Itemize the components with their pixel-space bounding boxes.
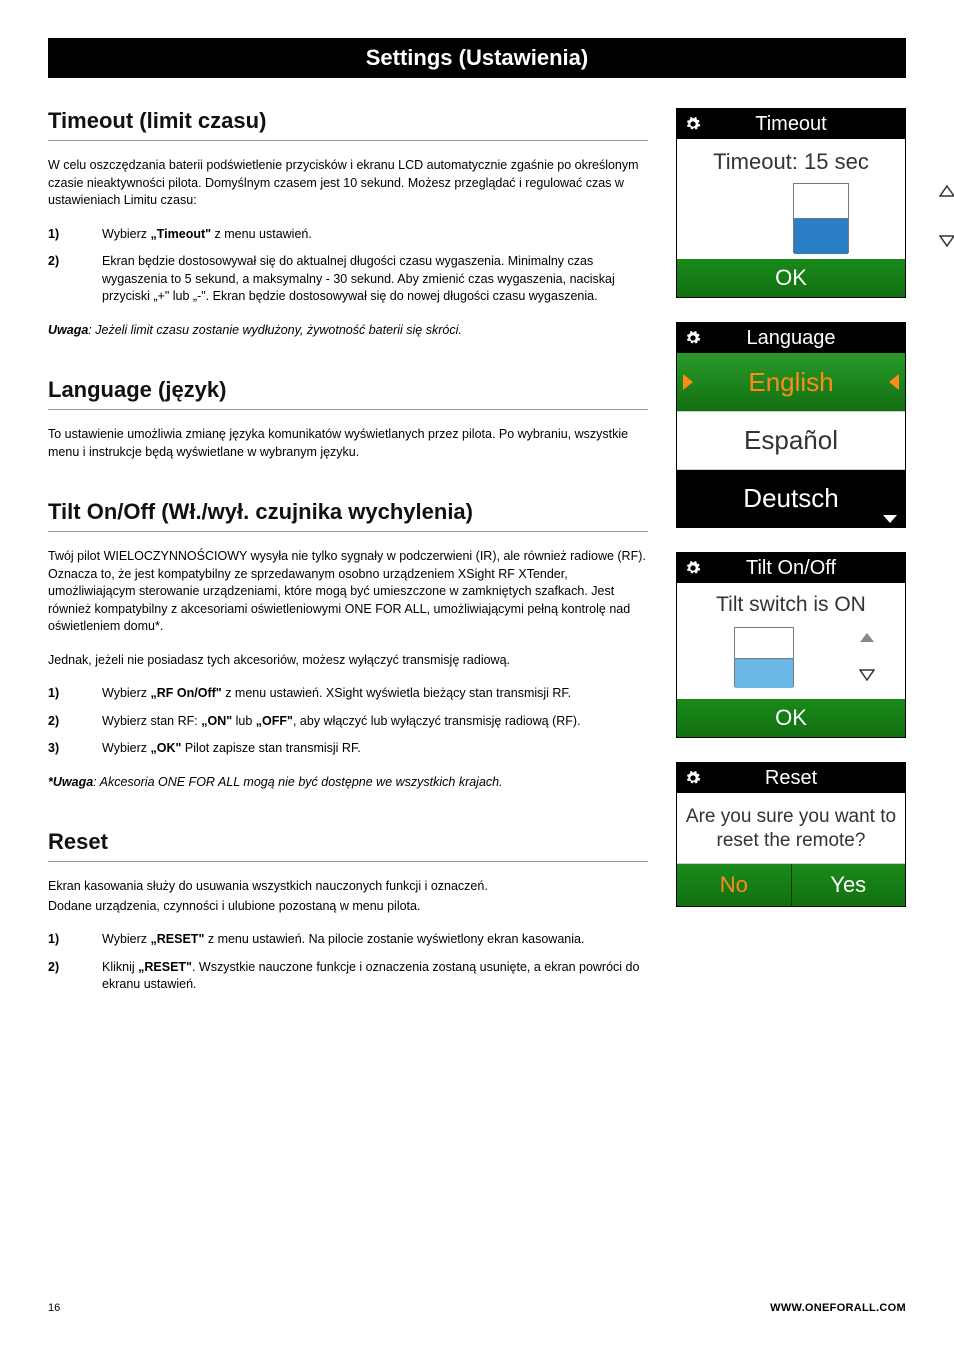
screen-header: Reset [677, 763, 905, 793]
language-heading: Language (język) [48, 377, 648, 410]
screen-title: Reset [705, 767, 905, 790]
gear-icon [685, 560, 701, 576]
footer-url: WWW.ONEFORALL.COM [770, 1302, 906, 1314]
timeout-note: Uwaga: Jeżeli limit czasu zostanie wydłu… [48, 322, 648, 340]
list-item: 2) Wybierz stan RF: „ON" lub „OFF", aby … [48, 713, 648, 731]
screen-title: Timeout [705, 113, 905, 136]
screen-header: Timeout [677, 109, 905, 139]
page-footer: 16 WWW.ONEFORALL.COM [48, 1302, 906, 1314]
arrow-up-icon[interactable] [939, 185, 954, 197]
tilt-status: Tilt switch is ON [677, 583, 905, 623]
page-number: 16 [48, 1302, 60, 1314]
language-option-deutsch[interactable]: Deutsch [677, 469, 905, 527]
timeout-value: Timeout: 15 sec [677, 139, 905, 181]
screenshots-column: Timeout Timeout: 15 sec OK [676, 108, 906, 1010]
yes-button[interactable]: Yes [792, 864, 906, 906]
tilt-p2: Jednak, jeżeli nie posiadasz tych akceso… [48, 652, 648, 670]
ok-button[interactable]: OK [677, 259, 905, 297]
ok-button[interactable]: OK [677, 699, 905, 737]
reset-screen: Reset Are you sure you want to reset the… [676, 762, 906, 907]
reset-p2: Dodane urządzenia, czynności i ulubione … [48, 898, 648, 916]
no-button[interactable]: No [677, 864, 792, 906]
screen-title: Language [705, 327, 905, 350]
timeout-heading: Timeout (limit czasu) [48, 108, 648, 141]
screen-header: Tilt On/Off [677, 553, 905, 583]
screen-title: Tilt On/Off [705, 557, 905, 580]
page-header: Settings (Ustawienia) [48, 38, 906, 78]
step-number: 1) [48, 931, 64, 949]
page-header-title: Settings (Ustawienia) [366, 45, 588, 71]
tilt-slider[interactable] [677, 623, 905, 699]
list-item: 1) Wybierz „RESET" z menu ustawień. Na p… [48, 931, 648, 949]
step-text: Wybierz „RF On/Off" z menu ustawień. XSi… [102, 685, 648, 703]
tilt-steps: 1) Wybierz „RF On/Off" z menu ustawień. … [48, 685, 648, 758]
timeout-intro: W celu oszczędzania baterii podświetleni… [48, 157, 648, 210]
language-screen: Language English Español Deutsch [676, 322, 906, 528]
list-item: 2) Kliknij „RESET". Wszystkie nauczone f… [48, 959, 648, 994]
list-item: 2) Ekran będzie dostosowywał się do aktu… [48, 253, 648, 306]
main-content: Timeout (limit czasu) W celu oszczędzani… [48, 108, 648, 1010]
step-number: 1) [48, 226, 64, 244]
language-option-english[interactable]: English [677, 353, 905, 411]
step-text: Kliknij „RESET". Wszystkie nauczone funk… [102, 959, 648, 994]
list-item: 1) Wybierz „RF On/Off" z menu ustawień. … [48, 685, 648, 703]
arrow-down-icon[interactable] [859, 669, 875, 681]
tilt-heading: Tilt On/Off (Wł./wył. czujnika wychyleni… [48, 499, 648, 532]
tilt-p1: Twój pilot WIELOCZYNNOŚCIOWY wysyła nie … [48, 548, 648, 636]
list-item: 1) Wybierz „Timeout" z menu ustawień. [48, 226, 648, 244]
timeout-slider[interactable] [677, 181, 905, 259]
step-number: 2) [48, 253, 64, 306]
step-number: 3) [48, 740, 64, 758]
slider-fill [794, 219, 848, 254]
step-text: Wybierz stan RF: „ON" lub „OFF", aby włą… [102, 713, 648, 731]
reset-p1: Ekran kasowania służy do usuwania wszyst… [48, 878, 648, 896]
step-number: 2) [48, 713, 64, 731]
language-option-espanol[interactable]: Español [677, 411, 905, 469]
language-intro: To ustawienie umożliwia zmianę języka ko… [48, 426, 648, 461]
gear-icon [685, 770, 701, 786]
timeout-steps: 1) Wybierz „Timeout" z menu ustawień. 2)… [48, 226, 648, 306]
step-text: Wybierz „OK" Pilot zapisze stan transmis… [102, 740, 648, 758]
gear-icon [685, 116, 701, 132]
timeout-screen: Timeout Timeout: 15 sec OK [676, 108, 906, 298]
tilt-note: *Uwaga: Akcesoria ONE FOR ALL mogą nie b… [48, 774, 648, 792]
step-text: Wybierz „Timeout" z menu ustawień. [102, 226, 648, 244]
screen-header: Language [677, 323, 905, 353]
reset-confirm-text: Are you sure you want to reset the remot… [677, 793, 905, 863]
step-number: 2) [48, 959, 64, 994]
arrow-up-icon[interactable] [860, 633, 874, 642]
gear-icon [685, 330, 701, 346]
scroll-down-icon[interactable] [883, 515, 897, 523]
reset-steps: 1) Wybierz „RESET" z menu ustawień. Na p… [48, 931, 648, 994]
step-text: Wybierz „RESET" z menu ustawień. Na pilo… [102, 931, 648, 949]
tilt-screen: Tilt On/Off Tilt switch is ON OK [676, 552, 906, 738]
arrow-down-icon[interactable] [939, 235, 954, 247]
list-item: 3) Wybierz „OK" Pilot zapisze stan trans… [48, 740, 648, 758]
step-number: 1) [48, 685, 64, 703]
reset-heading: Reset [48, 829, 648, 862]
step-text: Ekran będzie dostosowywał się do aktualn… [102, 253, 648, 306]
